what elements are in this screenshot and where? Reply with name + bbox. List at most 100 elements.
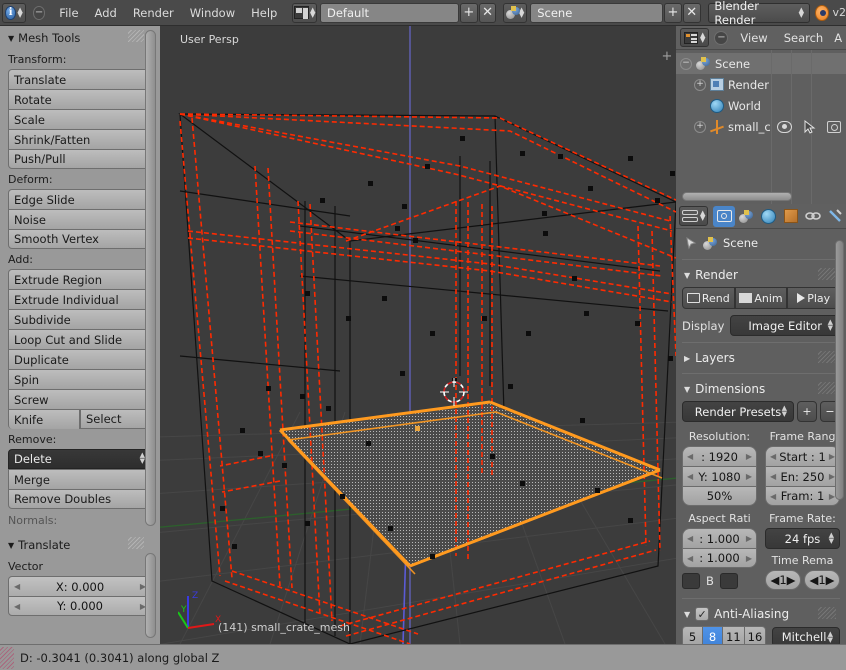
outliner-row-object[interactable]: + small_c	[676, 116, 846, 137]
push-pull-button[interactable]: Push/Pull	[8, 149, 152, 169]
menu-add[interactable]: Add	[87, 4, 125, 22]
merge-button[interactable]: Merge	[8, 469, 152, 489]
scene-field[interactable]: Scene	[530, 2, 664, 23]
mesh-tools-panel-header[interactable]: ▼ Mesh Tools	[0, 26, 160, 49]
shrink-fatten-button[interactable]: Shrink/Fatten	[8, 129, 152, 149]
operator-panel-scrollbar-thumb[interactable]	[145, 553, 156, 638]
outliner-row-scene[interactable]: − Scene	[676, 53, 846, 74]
border-checkbox[interactable]	[682, 573, 700, 589]
vector-x-field[interactable]: ◀ X: 0.000 ▶	[8, 576, 152, 596]
anti-aliasing-checkbox[interactable]: ✓	[695, 607, 710, 621]
render-presets-dropdown[interactable]: Render Presets ▲ ▼	[682, 401, 794, 422]
properties-editor-type-button[interactable]: ▲ ▼	[679, 206, 709, 226]
scene-selector-button[interactable]: ▲ ▼	[502, 2, 528, 23]
render-engine-selector[interactable]: Blender Render ▲ ▼	[708, 0, 810, 27]
menu-render[interactable]: Render	[125, 4, 182, 22]
resolution-x-field[interactable]: ◀ : 1920 ▶	[682, 446, 757, 466]
pin-icon[interactable]	[684, 236, 698, 250]
3d-viewport[interactable]: User Persp (141) small_crate_mesh + Z Y …	[160, 26, 676, 644]
outliner-row-render[interactable]: + Render	[676, 74, 846, 95]
outliner-menu-search[interactable]: Search	[777, 31, 831, 45]
delete-screen-button[interactable]: ✕	[478, 2, 497, 23]
tab-object[interactable]	[780, 206, 801, 227]
extrude-region-button[interactable]: Extrude Region	[8, 269, 152, 289]
resolution-percent-field[interactable]: 50%	[682, 486, 757, 506]
translate-operator-panel-header[interactable]: ▼ Translate	[0, 533, 160, 556]
tab-world[interactable]	[758, 206, 779, 227]
frame-start-field[interactable]: ◀ Start : 1 ▶	[765, 446, 840, 466]
rotate-button[interactable]: Rotate	[8, 89, 152, 109]
tab-modifiers[interactable]	[825, 206, 846, 227]
knife-select-button[interactable]: Select	[80, 409, 152, 429]
delete-dropdown[interactable]: Delete ▲ ▼	[8, 449, 152, 469]
crop-checkbox[interactable]	[719, 573, 738, 589]
delete-scene-button[interactable]: ✕	[682, 2, 701, 23]
display-mode-dropdown[interactable]: Image Editor ▲ ▼	[730, 315, 840, 336]
spin-button[interactable]: Spin	[8, 369, 152, 389]
outliner-row-world[interactable]: World	[676, 95, 846, 116]
knife-button[interactable]: Knife	[8, 409, 80, 429]
smooth-vertex-button[interactable]: Smooth Vertex	[8, 229, 152, 249]
remove-doubles-button[interactable]: Remove Doubles	[8, 489, 152, 509]
eye-icon[interactable]	[776, 120, 792, 133]
vector-y-field[interactable]: ◀ Y: 0.000 ▶	[8, 596, 152, 616]
screw-button[interactable]: Screw	[8, 389, 152, 409]
outliner-horizontal-scrollbar[interactable]	[682, 192, 792, 201]
tab-scene[interactable]	[736, 206, 757, 227]
dimensions-panel-header[interactable]: ▼ Dimensions	[682, 377, 840, 401]
menu-file[interactable]: File	[51, 4, 86, 22]
world-icon	[761, 208, 777, 224]
play-icon	[797, 293, 806, 303]
breadcrumb-scene-label: Scene	[723, 236, 759, 250]
outliner-header-overflow[interactable]: A	[832, 31, 844, 45]
render-animation-button[interactable]: Anim	[734, 287, 788, 309]
outliner-editor-type-button[interactable]: ▲ ▼	[680, 28, 710, 47]
noise-button[interactable]: Noise	[8, 209, 152, 229]
toolshelf-scrollbar-thumb[interactable]	[145, 30, 156, 526]
subdivide-button[interactable]: Subdivide	[8, 309, 152, 329]
camera-icon[interactable]	[826, 120, 841, 133]
minus-circle-icon[interactable]: −	[714, 30, 729, 45]
editor-type-info-button[interactable]: i ▲ ▼	[2, 2, 26, 23]
time-remap-new-field[interactable]: ◀ 1 ▶	[804, 570, 840, 590]
frame-end-field[interactable]: ◀ En: 250 ▶	[765, 466, 840, 486]
layers-panel-header[interactable]: ▶ Layers	[682, 346, 840, 370]
minus-circle-icon[interactable]: −	[32, 5, 46, 20]
extrude-individual-button[interactable]: Extrude Individual	[8, 289, 152, 309]
tab-constraints[interactable]	[802, 206, 823, 227]
scale-button[interactable]: Scale	[8, 109, 152, 129]
add-screen-button[interactable]: +	[459, 2, 478, 23]
add-scene-button[interactable]: +	[664, 2, 682, 23]
expander-icon[interactable]: +	[694, 78, 706, 91]
translate-button[interactable]: Translate	[8, 69, 152, 89]
menu-window[interactable]: Window	[182, 4, 243, 22]
screen-layout-field[interactable]: Default	[320, 2, 459, 23]
anti-aliasing-panel-header[interactable]: ▼ ✓ Anti-Aliasing	[682, 602, 840, 626]
aspect-x-field[interactable]: ◀ : 1.000 ▶	[682, 528, 757, 548]
time-remap-old-field[interactable]: ◀ 1 ▶	[765, 570, 801, 590]
screen-layout-selector-button[interactable]: ▲ ▼	[292, 2, 317, 23]
frame-step-field[interactable]: ◀ Fram: 1 ▶	[765, 486, 840, 506]
tab-render[interactable]	[713, 205, 735, 227]
duplicate-button[interactable]: Duplicate	[8, 349, 152, 369]
clapperboard-icon	[739, 293, 753, 303]
add-preset-button[interactable]: +	[797, 401, 817, 422]
operator-panel-scrollbar[interactable]	[145, 553, 156, 638]
frame-rate-dropdown[interactable]: 24 fps ▲ ▼	[765, 528, 840, 549]
render-panel-header[interactable]: ▼ Render	[682, 263, 840, 287]
expander-icon[interactable]: −	[680, 57, 692, 70]
expander-icon[interactable]: +	[694, 120, 706, 133]
properties-scrollbar[interactable]	[835, 240, 844, 500]
toolshelf-scrollbar[interactable]	[145, 30, 156, 530]
menu-help[interactable]: Help	[243, 4, 285, 22]
viewport-canvas[interactable]	[160, 26, 676, 644]
play-animation-button[interactable]: Play	[787, 287, 841, 309]
edge-slide-button[interactable]: Edge Slide	[8, 189, 152, 209]
loop-cut-and-slide-button[interactable]: Loop Cut and Slide	[8, 329, 152, 349]
outliner-menu-view[interactable]: View	[733, 31, 774, 45]
cursor-arrow-icon[interactable]	[804, 119, 816, 134]
render-image-button[interactable]: Rend	[682, 287, 735, 309]
aspect-y-field[interactable]: ◀ : 1.000 ▶	[682, 548, 757, 568]
resolution-y-field[interactable]: ◀ Y: 1080 ▶	[682, 466, 757, 486]
expand-side-panel-handle[interactable]: +	[661, 50, 673, 66]
